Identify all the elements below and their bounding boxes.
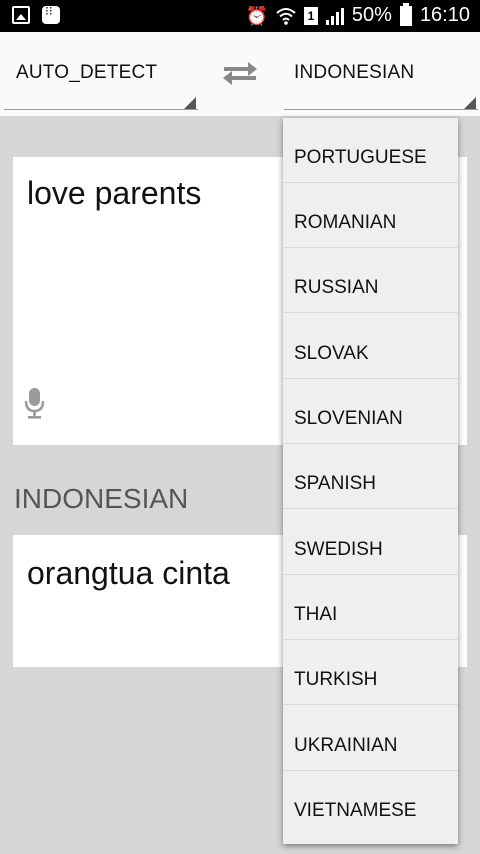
dropdown-item-ukrainian[interactable]: UKRAINIAN xyxy=(283,706,458,771)
language-toolbar: AUTO_DETECT INDONESIAN xyxy=(0,32,480,116)
gallery-icon xyxy=(12,6,30,24)
dropdown-triangle-icon xyxy=(184,97,196,109)
status-bar: ⏰ 1 50% 16:10 xyxy=(0,0,480,32)
dropdown-item-vietnamese[interactable]: VIETNAMESE xyxy=(283,771,458,836)
target-language-spinner[interactable]: INDONESIAN xyxy=(284,32,478,116)
sim-icon: 1 xyxy=(303,6,318,25)
dropdown-item-label: RUSSIAN xyxy=(294,277,379,298)
dropdown-item-spanish[interactable]: SPANISH xyxy=(283,444,458,509)
dropdown-item-romanian[interactable]: ROMANIAN xyxy=(283,183,458,248)
dropdown-item-slovak[interactable]: SLOVAK xyxy=(283,314,458,379)
battery-percent: 50% xyxy=(351,4,392,26)
dropdown-item-slovenian[interactable]: SLOVENIAN xyxy=(283,379,458,444)
dropdown-item-label: ROMANIAN xyxy=(294,212,397,233)
dropdown-triangle-icon xyxy=(464,97,476,109)
input-text[interactable]: love parents xyxy=(27,175,201,212)
dropdown-item-label: UKRAINIAN xyxy=(294,735,398,756)
output-language-label: INDONESIAN xyxy=(14,483,189,514)
dropdown-item-turkish[interactable]: TURKISH xyxy=(283,640,458,705)
source-spinner-underline xyxy=(4,109,198,110)
language-dropdown-list[interactable]: PORTUGUESE ROMANIAN RUSSIAN SLOVAK SLOVE… xyxy=(283,118,458,844)
dropdown-item-label: PORTUGUESE xyxy=(294,147,427,168)
microphone-icon[interactable] xyxy=(24,386,46,420)
dropdown-item-label: VIETNAMESE xyxy=(294,800,417,821)
output-text: orangtua cinta xyxy=(27,555,230,591)
dropdown-item-portuguese[interactable]: PORTUGUESE xyxy=(283,118,458,183)
target-language-label: INDONESIAN xyxy=(294,62,415,83)
dropdown-item-thai[interactable]: THAI xyxy=(283,575,458,640)
dropdown-item-label: SLOVENIAN xyxy=(294,408,403,429)
source-language-spinner[interactable]: AUTO_DETECT xyxy=(4,32,198,116)
clock: 16:10 xyxy=(419,4,470,26)
dropdown-item-russian[interactable]: RUSSIAN xyxy=(283,248,458,313)
status-left-icons xyxy=(12,4,60,24)
dropdown-item-label: SWEDISH xyxy=(294,539,383,560)
target-spinner-underline xyxy=(284,109,478,110)
signal-icon xyxy=(325,7,344,25)
battery-icon xyxy=(399,2,412,26)
swap-arrows-icon[interactable] xyxy=(220,60,260,86)
status-right-icons: ⏰ 1 50% 16:10 xyxy=(245,2,470,27)
dropdown-item-label: THAI xyxy=(294,604,338,625)
wifi-icon xyxy=(276,7,296,25)
source-language-label: AUTO_DETECT xyxy=(16,62,158,83)
bbm-icon xyxy=(42,4,60,24)
dropdown-item-label: SPANISH xyxy=(294,473,377,494)
alarm-icon: ⏰ xyxy=(245,5,268,26)
dropdown-item-swedish[interactable]: SWEDISH xyxy=(283,510,458,575)
dropdown-item-label: TURKISH xyxy=(294,669,378,690)
dropdown-item-label: SLOVAK xyxy=(294,343,369,364)
